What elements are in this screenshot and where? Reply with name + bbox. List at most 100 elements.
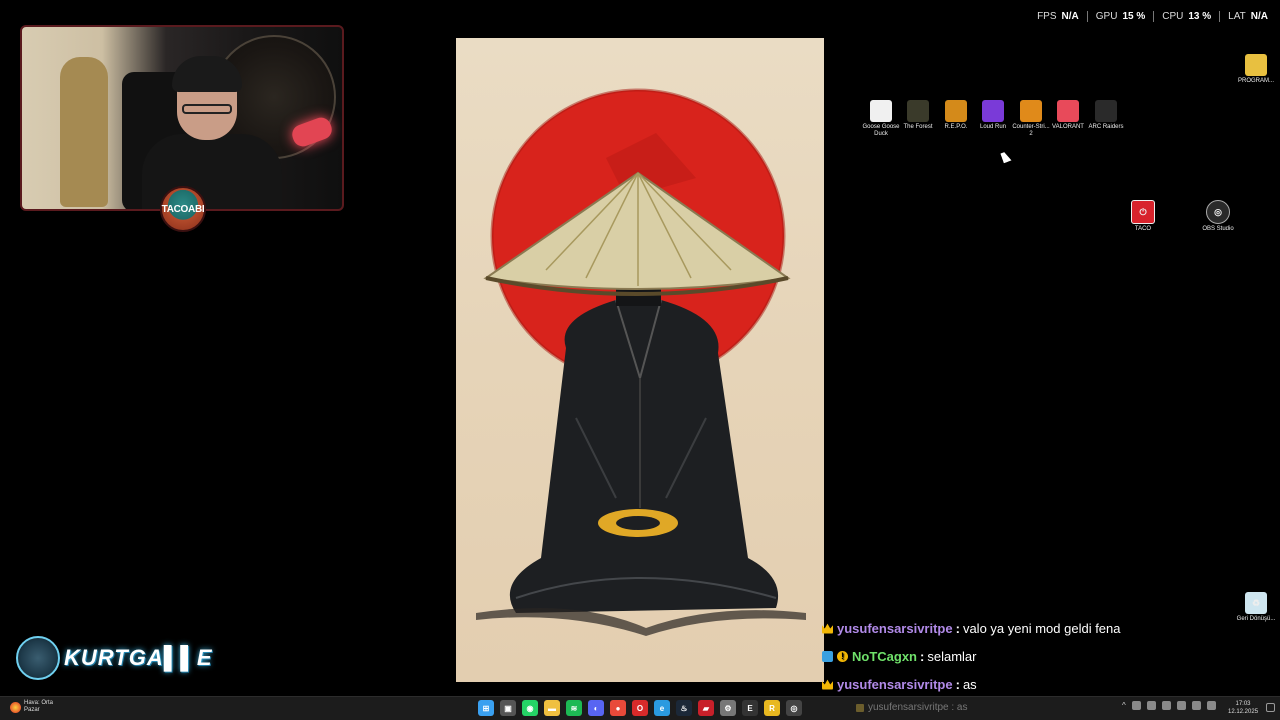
divider <box>1219 11 1221 22</box>
desktop-icon-cs2[interactable]: Counter-Stri... 2 <box>1011 100 1051 138</box>
desktop-icon-label: VALORANT <box>1052 124 1084 130</box>
gpu-value: 15 % <box>1122 11 1146 22</box>
volume-icon[interactable] <box>1206 701 1216 710</box>
tray-app-icon[interactable] <box>1131 701 1141 710</box>
repo-icon <box>945 100 967 122</box>
clock-date: 12.12.2025 <box>1228 709 1259 715</box>
chat-username: yusufensarsivritpe <box>837 676 953 692</box>
fps-stat: FPS N/A <box>1037 11 1079 22</box>
chat-text: as <box>962 676 977 692</box>
recycle-label: Geri Dönüşü... <box>1236 616 1276 622</box>
app-red-icon[interactable]: ▰ <box>698 700 714 716</box>
desktop-icon-taco[interactable]: ⏻ TACO <box>1123 200 1163 233</box>
chat-preview-icon <box>856 703 864 712</box>
cpu-label: CPU <box>1162 11 1184 22</box>
opera-icon[interactable]: O <box>632 700 648 716</box>
desktop-icon-recycle-bin[interactable]: ♻ Geri Dönüşü... <box>1236 592 1276 623</box>
spotify-icon[interactable]: ≋ <box>566 700 582 716</box>
bluetooth-icon[interactable] <box>1146 701 1156 710</box>
wallpaper-poster <box>456 38 824 682</box>
streamer-badge: TACOABI <box>160 186 206 232</box>
steam-icon[interactable]: ♨ <box>676 700 692 716</box>
cloud-icon[interactable] <box>1161 701 1171 710</box>
notification-icon[interactable] <box>1266 703 1275 712</box>
forest-icon <box>907 100 929 122</box>
desktop-icon-label: Counter-Stri... 2 <box>1012 124 1050 137</box>
settings-gear-icon[interactable]: ⚙ <box>720 700 736 716</box>
desktop-icon-label: R.E.P.O. <box>944 124 968 130</box>
chat-username: yusufensarsivritpe <box>837 620 953 636</box>
stream-chat-overlay: yusufensarsivritpe : valo ya yeni mod ge… <box>822 614 1152 698</box>
epic-games-icon[interactable]: E <box>742 700 758 716</box>
valorant-icon <box>1057 100 1079 122</box>
crown-badge-icon <box>822 623 833 634</box>
taskbar-chat-preview: yusufensarsivritpe : as <box>856 702 968 713</box>
desktop-icon-label: Goose Goose Duck <box>862 124 900 137</box>
chat-message: ! NoTCagxn : selamlar <box>822 642 1152 670</box>
desktop-icon-forest[interactable]: The Forest <box>898 100 938 131</box>
cpu-value: 13 % <box>1188 11 1212 22</box>
weather-condition: Hava: Orta <box>24 700 54 706</box>
lat-value: N/A <box>1250 11 1268 22</box>
wolf-icon <box>16 636 60 680</box>
chevron-up-icon[interactable]: ^ <box>1122 701 1126 710</box>
cs2-icon <box>1020 100 1042 122</box>
moderator-badge-icon <box>822 650 833 662</box>
chat-separator: : <box>955 676 960 692</box>
desktop-icon-label: Loud Run <box>979 124 1007 130</box>
desktop-icon-arc-raiders[interactable]: ARC Raiders <box>1086 100 1126 131</box>
file-explorer-icon[interactable]: ▬ <box>544 700 560 716</box>
desktop-icon-label: The Forest <box>903 124 933 130</box>
fps-value: N/A <box>1061 11 1079 22</box>
obs-taskbar-icon[interactable]: ◎ <box>786 700 802 716</box>
discord-icon[interactable]: ◐ <box>588 700 604 716</box>
lat-stat: LAT N/A <box>1228 11 1268 22</box>
chrome-icon[interactable]: ● <box>610 700 626 716</box>
weather-widget[interactable]: Hava: Orta Pazar <box>10 700 53 714</box>
weather-day: Pazar <box>24 707 40 713</box>
goose-icon <box>870 100 892 122</box>
taskbar-apps: ⊞ ▣ ◉ ▬ ≋ ◐ ● Oe ♨ ▰ ⚙ E R ◎ <box>478 700 802 716</box>
desktop-folder-programs[interactable]: PROGRAM... <box>1236 54 1276 85</box>
wooden-totem <box>60 57 108 207</box>
loud-run-icon <box>982 100 1004 122</box>
edge-icon[interactable]: e <box>654 700 670 716</box>
system-tray: ^ <box>1122 701 1216 710</box>
arc-raiders-icon <box>1095 100 1117 122</box>
desktop-icon-valorant[interactable]: VALORANT <box>1048 100 1088 131</box>
chat-preview-user: yusufensarsivritpe <box>868 702 949 713</box>
cpu-stat: CPU 13 % <box>1162 11 1211 22</box>
crown-badge-icon <box>822 679 833 690</box>
desktop-icon-obs[interactable]: ◎ OBS Studio <box>1198 200 1238 233</box>
obs-icon: ◎ <box>1206 200 1230 224</box>
chat-message: yusufensarsivritpe : valo ya yeni mod ge… <box>822 614 1152 642</box>
divider <box>1086 11 1088 22</box>
chat-separator: : <box>920 648 925 664</box>
folder-label: PROGRAM... <box>1237 78 1274 84</box>
clock-time: 17:03 <box>1235 701 1251 707</box>
performance-overlay: FPS N/A GPU 15 % CPU 13 % LAT N/A <box>1037 11 1268 22</box>
taskbar: Hava: Orta Pazar ⊞ ▣ ◉ ▬ ≋ ◐ ● Oe ♨ ▰ ⚙ E R ◎ yusufen… <box>0 696 1280 720</box>
fps-label: FPS <box>1037 11 1057 22</box>
network-icon[interactable] <box>1191 701 1201 710</box>
windows-start-icon[interactable]: ⊞ <box>478 700 494 716</box>
samurai-artwork <box>476 88 806 636</box>
power-icon: ⏻ <box>1131 200 1155 224</box>
logo-text: KURTGA▌▌E <box>64 645 213 670</box>
obs-label: OBS Studio <box>1202 226 1234 232</box>
chat-preview-text: : as <box>951 702 968 713</box>
whatsapp-icon[interactable]: ◉ <box>522 700 538 716</box>
desktop-icon-goose[interactable]: Goose Goose Duck <box>861 100 901 138</box>
desktop-icon-loud-run[interactable]: Loud Run <box>973 100 1013 131</box>
app-yellow-icon[interactable]: R <box>764 700 780 716</box>
gpu-label: GPU <box>1095 11 1118 22</box>
divider <box>1153 11 1155 22</box>
microphone-icon[interactable] <box>1176 701 1186 710</box>
taskbar-clock[interactable]: 17:03 12.12.2025 <box>1228 700 1258 716</box>
task-view-icon[interactable]: ▣ <box>500 700 516 716</box>
gpu-stat: GPU 15 % <box>1096 11 1145 22</box>
alert-badge-icon: ! <box>837 650 848 662</box>
chat-message: yusufensarsivritpe : as <box>822 670 1152 698</box>
mouse-cursor-icon <box>1000 150 1012 164</box>
desktop-icon-repo[interactable]: R.E.P.O. <box>936 100 976 131</box>
